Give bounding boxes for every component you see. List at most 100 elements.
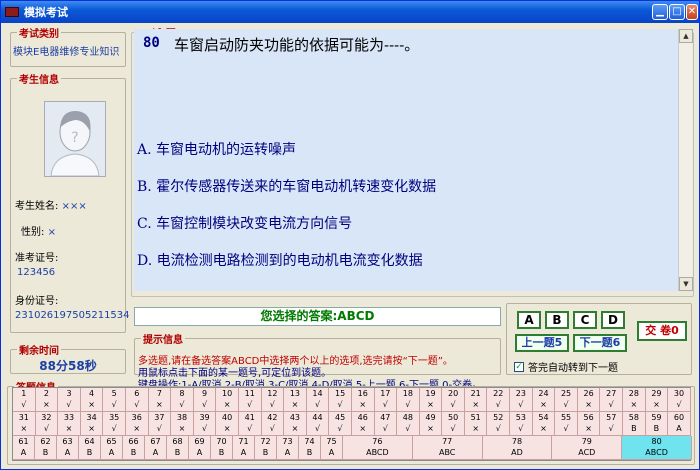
question-cell-64[interactable]: 64 B [79, 436, 101, 460]
question-cell-50[interactable]: 50 √ [442, 412, 465, 436]
question-cell-48[interactable]: 48 √ [397, 412, 420, 436]
question-cell-26[interactable]: 26 × [577, 388, 601, 412]
question-cell-1[interactable]: 1 √ [13, 388, 36, 412]
question-cell-19[interactable]: 19 × [419, 388, 443, 412]
question-cell-51[interactable]: 51 × [464, 412, 488, 436]
question-cell-15[interactable]: 15 √ [329, 388, 352, 412]
question-cell-49[interactable]: 49 × [419, 412, 443, 436]
question-cell-21[interactable]: 21 × [464, 388, 488, 412]
question-cell-47[interactable]: 47 √ [374, 412, 398, 436]
question-cell-13[interactable]: 13 × [284, 388, 307, 412]
question-cell-23[interactable]: 23 √ [510, 388, 533, 412]
question-cell-66[interactable]: 66 B [123, 436, 145, 460]
question-cell-4[interactable]: 4 × [80, 388, 104, 412]
question-cell-16[interactable]: 16 × [351, 388, 375, 412]
question-cell-25[interactable]: 25 √ [555, 388, 578, 412]
question-cell-18[interactable]: 18 √ [397, 388, 420, 412]
question-cell-2[interactable]: 2 × [35, 388, 59, 412]
question-cell-73[interactable]: 73 A [277, 436, 299, 460]
question-cell-60[interactable]: 60 A [668, 412, 691, 436]
choice-a-button[interactable]: A [517, 311, 541, 329]
question-cell-78[interactable]: 78 AD [482, 436, 553, 460]
question-cell-54[interactable]: 54 × [532, 412, 556, 436]
close-button[interactable]: ✕ [686, 4, 698, 20]
question-cell-8[interactable]: 8 √ [171, 388, 194, 412]
question-cell-32[interactable]: 32 √ [35, 412, 59, 436]
auto-next-checkbox[interactable]: ✓ 答完自动转到下一题 [514, 359, 618, 374]
question-cell-63[interactable]: 63 A [57, 436, 79, 460]
choice-b-button[interactable]: B [545, 311, 569, 329]
scroll-up-icon[interactable]: ▲ [679, 29, 693, 43]
question-cell-5[interactable]: 5 √ [103, 388, 126, 412]
question-cell-17[interactable]: 17 √ [374, 388, 398, 412]
question-cell-68[interactable]: 68 B [167, 436, 189, 460]
option-c[interactable]: C. 车窗控制模块改变电流方向信号 [137, 213, 352, 233]
question-cell-65[interactable]: 65 A [101, 436, 123, 460]
question-cell-31[interactable]: 31 × [13, 412, 36, 436]
submit-button[interactable]: 交 卷0 [637, 321, 687, 341]
question-cell-52[interactable]: 52 √ [487, 412, 511, 436]
question-cell-24[interactable]: 24 × [532, 388, 556, 412]
question-cell-59[interactable]: 59 B [645, 412, 669, 436]
choice-d-button[interactable]: D [601, 311, 625, 329]
question-cell-72[interactable]: 72 B [255, 436, 277, 460]
question-cell-20[interactable]: 20 √ [442, 388, 465, 412]
question-cell-69[interactable]: 69 A [189, 436, 211, 460]
question-cell-75[interactable]: 75 A [321, 436, 343, 460]
question-cell-67[interactable]: 67 A [145, 436, 167, 460]
question-cell-37[interactable]: 37 √ [148, 412, 172, 436]
question-cell-71[interactable]: 71 A [233, 436, 255, 460]
question-cell-35[interactable]: 35 √ [103, 412, 126, 436]
question-cell-14[interactable]: 14 √ [306, 388, 330, 412]
question-cell-77[interactable]: 77 ABC [412, 436, 483, 460]
question-scrollbar[interactable]: ▲ ▼ [678, 29, 693, 291]
question-cell-29[interactable]: 29 × [645, 388, 669, 412]
question-cell-7[interactable]: 7 × [148, 388, 172, 412]
question-cell-41[interactable]: 41 √ [238, 412, 262, 436]
question-cell-11[interactable]: 11 √ [238, 388, 262, 412]
question-cell-27[interactable]: 27 √ [600, 388, 624, 412]
question-cell-3[interactable]: 3 √ [58, 388, 81, 412]
option-d[interactable]: D. 电流检测电路检测到的电动机电流变化数据 [137, 250, 423, 270]
question-cell-43[interactable]: 43 × [284, 412, 307, 436]
minimize-button[interactable]: ▁ [652, 4, 668, 20]
question-cell-58[interactable]: 58 B [623, 412, 646, 436]
question-cell-30[interactable]: 30 √ [668, 388, 691, 412]
choice-c-button[interactable]: C [573, 311, 597, 329]
question-cell-45[interactable]: 45 √ [329, 412, 352, 436]
question-cell-76[interactable]: 76 ABCD [343, 436, 413, 460]
question-cell-56[interactable]: 56 × [577, 412, 601, 436]
question-cell-10[interactable]: 10 × [216, 388, 239, 412]
question-cell-80[interactable]: 80 ABCD [622, 436, 692, 460]
question-cell-33[interactable]: 33 × [58, 412, 81, 436]
title-bar[interactable]: 模拟考试 ▁ □ ✕ [1, 1, 699, 23]
question-cell-57[interactable]: 57 √ [600, 412, 624, 436]
next-question-button[interactable]: 下一题6 [573, 334, 627, 352]
question-cell-79[interactable]: 79 ACD [552, 436, 623, 460]
question-cell-34[interactable]: 34 × [80, 412, 104, 436]
question-cell-22[interactable]: 22 √ [487, 388, 511, 412]
scroll-down-icon[interactable]: ▼ [679, 277, 693, 291]
question-cell-36[interactable]: 36 × [125, 412, 149, 436]
question-cell-38[interactable]: 38 × [171, 412, 194, 436]
maximize-button[interactable]: □ [669, 4, 685, 20]
checkmark-icon[interactable]: ✓ [514, 361, 524, 372]
question-cell-6[interactable]: 6 √ [125, 388, 149, 412]
question-cell-74[interactable]: 74 B [299, 436, 321, 460]
question-cell-55[interactable]: 55 √ [555, 412, 578, 436]
question-cell-40[interactable]: 40 × [216, 412, 239, 436]
question-cell-70[interactable]: 70 B [211, 436, 233, 460]
question-cell-12[interactable]: 12 √ [261, 388, 285, 412]
question-cell-46[interactable]: 46 × [351, 412, 375, 436]
question-cell-39[interactable]: 39 √ [193, 412, 217, 436]
prev-question-button[interactable]: 上一题5 [515, 334, 569, 352]
question-cell-61[interactable]: 61 A [13, 436, 35, 460]
question-cell-42[interactable]: 42 √ [261, 412, 285, 436]
option-b[interactable]: B. 霍尔传感器传送来的车窗电动机转速变化数据 [137, 176, 436, 196]
question-cell-53[interactable]: 53 √ [510, 412, 533, 436]
question-cell-9[interactable]: 9 √ [193, 388, 217, 412]
question-cell-62[interactable]: 62 B [35, 436, 57, 460]
question-cell-44[interactable]: 44 √ [306, 412, 330, 436]
option-a[interactable]: A. 车窗电动机的运转噪声 [137, 139, 296, 159]
question-cell-28[interactable]: 28 × [623, 388, 646, 412]
